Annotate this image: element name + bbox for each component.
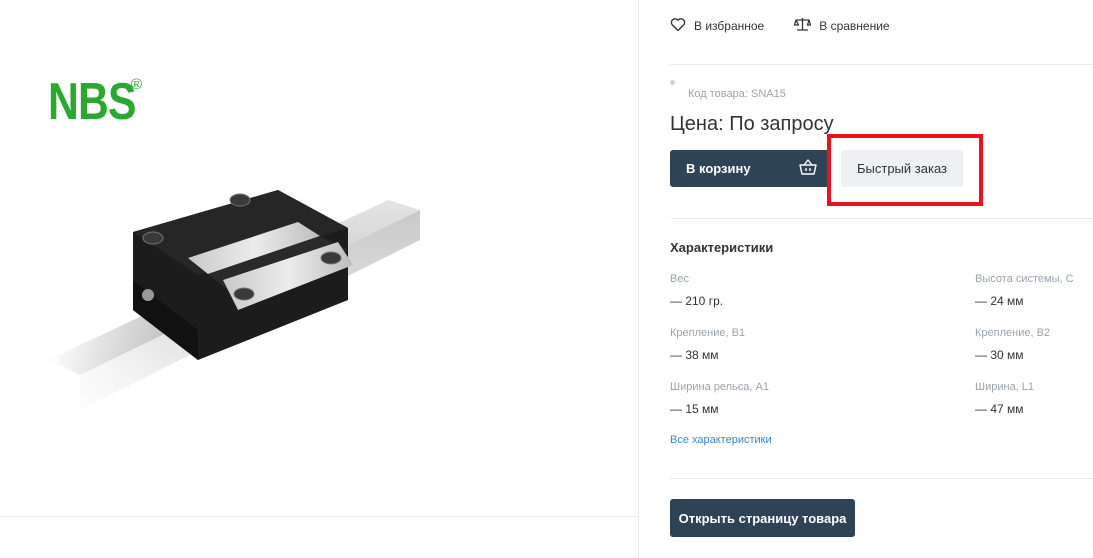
- product-price: Цена: По запросу: [670, 113, 834, 135]
- divider: [670, 218, 1093, 219]
- spec-value: — 210 гр.: [670, 294, 724, 308]
- spec-item: Крепление, B2 — 30 мм: [975, 327, 1050, 362]
- basket-icon: [799, 159, 817, 178]
- spec-label: Ширина рельса, A1: [670, 381, 769, 393]
- cart-button-label: В корзину: [686, 161, 751, 176]
- spec-value: — 38 мм: [670, 348, 719, 362]
- spec-label: Ширина, L1: [975, 381, 1035, 393]
- add-to-compare-link[interactable]: В сравнение: [794, 17, 890, 35]
- spec-value: — 30 мм: [975, 348, 1024, 362]
- brand-logo: NBS ®: [48, 76, 155, 128]
- spec-label: Вес: [670, 273, 689, 285]
- registered-mark: ®: [131, 76, 143, 93]
- product-image: [48, 170, 420, 430]
- availability-dot: [670, 80, 675, 85]
- scales-icon: [794, 17, 812, 35]
- spec-item: Крепление, B1 — 38 мм: [670, 327, 745, 362]
- product-sku: Код товара: SNA15: [688, 88, 786, 100]
- spec-item: Ширина рельса, A1 — 15 мм: [670, 381, 769, 416]
- spec-value: — 15 мм: [670, 402, 719, 416]
- add-to-favorites-link[interactable]: В избранное: [670, 17, 764, 35]
- compare-label: В сравнение: [819, 19, 890, 33]
- spec-label: Высота системы, C: [975, 273, 1074, 285]
- open-product-page-button[interactable]: Открыть страницу товара: [670, 499, 855, 537]
- spec-value: — 47 мм: [975, 402, 1024, 416]
- spec-label: Крепление, B2: [975, 327, 1051, 339]
- spec-item: Высота системы, C — 24 мм: [975, 273, 1074, 308]
- image-panel-bottom-divider: [0, 516, 638, 517]
- divider: [670, 478, 1093, 479]
- all-specs-link[interactable]: Все характеристики: [670, 434, 772, 446]
- product-info-panel: В избранное В сравнение Код товара: SNA1…: [670, 0, 1093, 558]
- spec-item: Ширина, L1 — 47 мм: [975, 381, 1034, 416]
- product-actions: В избранное В сравнение: [670, 17, 890, 35]
- divider: [670, 64, 1093, 65]
- product-image-panel: NBS ®: [0, 0, 638, 558]
- highlight-box: [827, 134, 983, 206]
- spec-value: — 24 мм: [975, 294, 1024, 308]
- spec-item: Вес — 210 гр.: [670, 273, 723, 308]
- specs-title: Характеристики: [670, 240, 774, 255]
- favorites-label: В избранное: [694, 19, 765, 33]
- heart-icon: [670, 17, 686, 35]
- brand-logo-text: NBS: [48, 73, 136, 131]
- vertical-divider: [638, 0, 639, 558]
- add-to-cart-button[interactable]: В корзину: [670, 150, 831, 187]
- spec-label: Крепление, B1: [670, 327, 746, 339]
